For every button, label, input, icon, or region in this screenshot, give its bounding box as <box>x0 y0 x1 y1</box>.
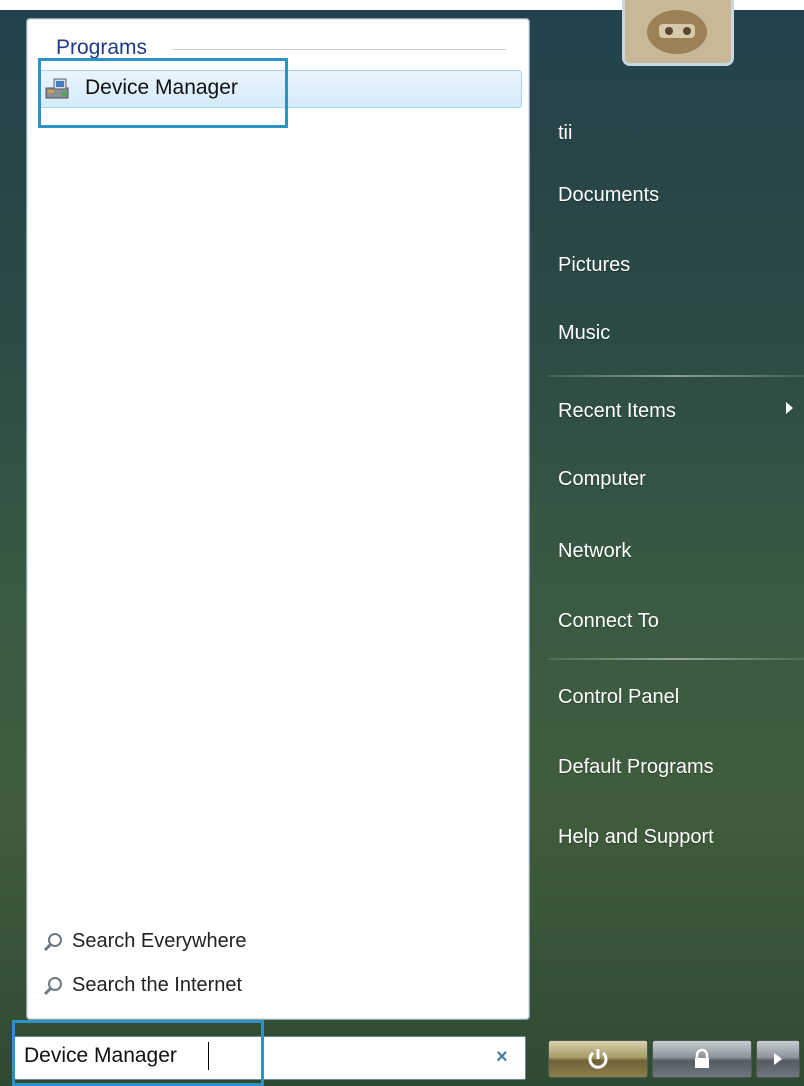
highlight-search-box <box>12 1020 264 1086</box>
search-internet-label[interactable]: Search the Internet <box>72 974 242 997</box>
arrow-right-icon <box>774 1053 782 1065</box>
menu-item-help-and-support[interactable]: Help and Support <box>558 826 714 849</box>
start-menu-screenshot: Programs Device Manager Search Everywher… <box>0 0 804 1086</box>
menu-item-pictures[interactable]: Pictures <box>558 254 630 277</box>
highlight-result-box <box>38 58 288 128</box>
power-button[interactable] <box>548 1040 648 1078</box>
search-everywhere-link[interactable]: Search Everywhere <box>42 930 247 953</box>
menu-item-control-panel[interactable]: Control Panel <box>558 686 679 709</box>
menu-item-music[interactable]: Music <box>558 322 610 345</box>
menu-separator <box>548 375 804 377</box>
magnifier-icon <box>43 932 62 951</box>
search-results-pane <box>26 18 530 1020</box>
lock-icon <box>695 1048 709 1068</box>
menu-item-connect-to[interactable]: Connect To <box>558 610 659 633</box>
menu-item-default-programs[interactable]: Default Programs <box>558 756 714 779</box>
user-name-link[interactable]: tii <box>558 122 572 145</box>
submenu-arrow-icon <box>786 402 793 414</box>
menu-item-documents[interactable]: Documents <box>558 184 659 207</box>
menu-separator <box>548 658 804 660</box>
programs-heading: Programs <box>56 36 148 59</box>
search-everywhere-label[interactable]: Search Everywhere <box>72 930 247 953</box>
more-options-button[interactable] <box>756 1040 800 1078</box>
menu-item-recent-items[interactable]: Recent Items <box>558 400 676 423</box>
magnifier-icon <box>43 976 62 995</box>
search-internet-link[interactable]: Search the Internet <box>42 974 242 997</box>
programs-divider <box>172 49 506 50</box>
user-avatar[interactable] <box>622 0 734 66</box>
menu-item-computer[interactable]: Computer <box>558 468 646 491</box>
power-icon <box>588 1049 608 1069</box>
clear-search-icon[interactable]: × <box>496 1046 508 1069</box>
menu-item-network[interactable]: Network <box>558 540 631 563</box>
lock-button[interactable] <box>652 1040 752 1078</box>
